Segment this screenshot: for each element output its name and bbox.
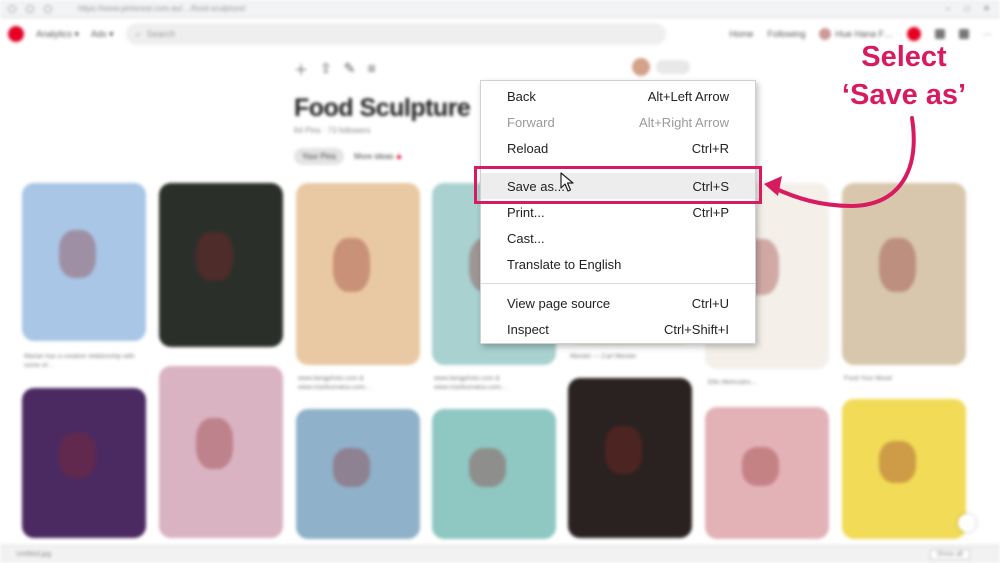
pin-card[interactable] [159, 183, 283, 347]
collaborator-avatar[interactable] [632, 58, 650, 76]
pin-card[interactable] [705, 407, 829, 539]
menu-item-label: Forward [507, 114, 555, 130]
reload-icon[interactable] [44, 4, 52, 13]
board-tabs: Your Pins More ideas [294, 148, 401, 165]
menu-item-back[interactable]: Back Alt+Left Arrow [481, 83, 755, 109]
menu-item-shortcut: Alt+Left Arrow [647, 88, 729, 104]
url-text[interactable]: https://www.pinterest.com.au/…/food-scul… [78, 4, 246, 13]
menu-item-shortcut: Ctrl+U [691, 295, 729, 311]
search-input[interactable]: ⌕ Search [125, 23, 666, 45]
back-icon[interactable] [8, 4, 16, 13]
tab-your-pins[interactable]: Your Pins [294, 148, 344, 165]
pin-card[interactable] [159, 366, 283, 538]
menu-item-shortcut: Ctrl+P [692, 204, 729, 220]
menu-item-forward: Forward Alt+Right Arrow [481, 109, 755, 135]
pin-caption: www.liangphoto.com & www.marikomatsu.com… [434, 375, 508, 391]
pin-card[interactable] [296, 409, 420, 539]
menu-item-inspect[interactable]: Inspect Ctrl+Shift+I [481, 316, 755, 342]
pin-card[interactable] [842, 399, 966, 539]
menu-item-shortcut: Ctrl+R [691, 140, 729, 156]
menu-item-label: View page source [507, 295, 611, 311]
menu-item-cast[interactable]: Cast... [481, 225, 755, 251]
menu-item-label: Reload [507, 140, 549, 156]
context-menu: Back Alt+Left Arrow Forward Alt+Right Ar… [480, 80, 756, 344]
save-as-highlight-box [474, 166, 762, 204]
menu-item-shortcut: Ctrl+Shift+I [663, 321, 729, 337]
menu-item-shortcut: Alt+Right Arrow [639, 114, 729, 130]
home-link[interactable]: Home [729, 29, 753, 39]
pin-card[interactable] [22, 183, 146, 341]
ads-menu[interactable]: Ads ▾ [91, 29, 114, 40]
share-icon[interactable]: ⇪ [320, 60, 332, 80]
pin-card[interactable] [432, 409, 556, 539]
minimize-button[interactable]: – [946, 4, 950, 13]
pin-caption: Ellis Mehrzahn… [708, 379, 758, 386]
analytics-menu[interactable]: Analytics ▾ [36, 29, 79, 40]
screenshot: https://www.pinterest.com.au/…/food-scul… [0, 0, 1000, 563]
menu-divider [481, 283, 755, 284]
annotation-line-1: Select [861, 41, 947, 73]
search-icon: ⌕ [135, 28, 141, 39]
page-title: Food Sculpture [294, 94, 471, 122]
search-placeholder: Search [146, 29, 176, 39]
pin-caption: www.liangphoto.com & www.marikomatsu.com… [298, 375, 372, 391]
menu-item-label: Translate to English [507, 256, 622, 272]
menu-item-view-source[interactable]: View page source Ctrl+U [481, 290, 755, 316]
pin-caption: Food Your Mood [844, 375, 892, 382]
annotation-text: Select ‘Save as’ [812, 38, 996, 114]
close-button[interactable]: ✕ [983, 4, 990, 13]
menu-item-label: Cast... [507, 230, 545, 246]
menu-item-reload[interactable]: Reload Ctrl+R [481, 135, 755, 161]
tab-more-ideas-label: More ideas [353, 152, 394, 161]
organize-icon[interactable]: ≡ [367, 60, 375, 80]
menu-item-label: Inspect [507, 321, 549, 337]
add-icon[interactable]: ＋ [294, 60, 308, 80]
new-indicator-icon [396, 155, 401, 159]
address-bar[interactable]: https://www.pinterest.com.au/…/food-scul… [0, 0, 1000, 18]
download-bar: Untitled.jpg Show all [0, 545, 1000, 563]
pin-card[interactable] [296, 183, 420, 365]
show-all-button[interactable]: Show all [929, 549, 970, 560]
pin-card[interactable] [22, 388, 146, 538]
following-link[interactable]: Following [767, 29, 805, 39]
annotation-arrow-icon [764, 116, 916, 209]
menu-item-label: Print... [507, 204, 545, 220]
mouse-pointer-icon [560, 172, 574, 192]
annotation-line-2: ‘Save as’ [841, 79, 967, 111]
maximize-button[interactable]: □ [964, 4, 969, 13]
edit-icon[interactable]: ✎ [344, 60, 356, 80]
menu-item-translate[interactable]: Translate to English [481, 251, 755, 277]
pin-caption: Marian has a creative relationship with … [24, 353, 135, 369]
scroll-top-button[interactable] [958, 514, 976, 532]
pin-caption: Meister — Carl Meister [570, 353, 637, 360]
pinterest-logo-icon[interactable] [8, 26, 24, 42]
tab-more-ideas[interactable]: More ideas [354, 152, 401, 161]
pin-card[interactable] [568, 378, 692, 538]
window-controls: – □ ✕ [946, 4, 990, 13]
forward-icon[interactable] [26, 4, 34, 13]
board-toolbar: ＋ ⇪ ✎ ≡ [294, 60, 376, 80]
invite-button[interactable] [656, 60, 690, 74]
download-item[interactable]: Untitled.jpg [16, 551, 51, 558]
menu-item-label: Back [507, 88, 536, 104]
board-meta: 64 Pins · 73 followers [294, 126, 371, 135]
